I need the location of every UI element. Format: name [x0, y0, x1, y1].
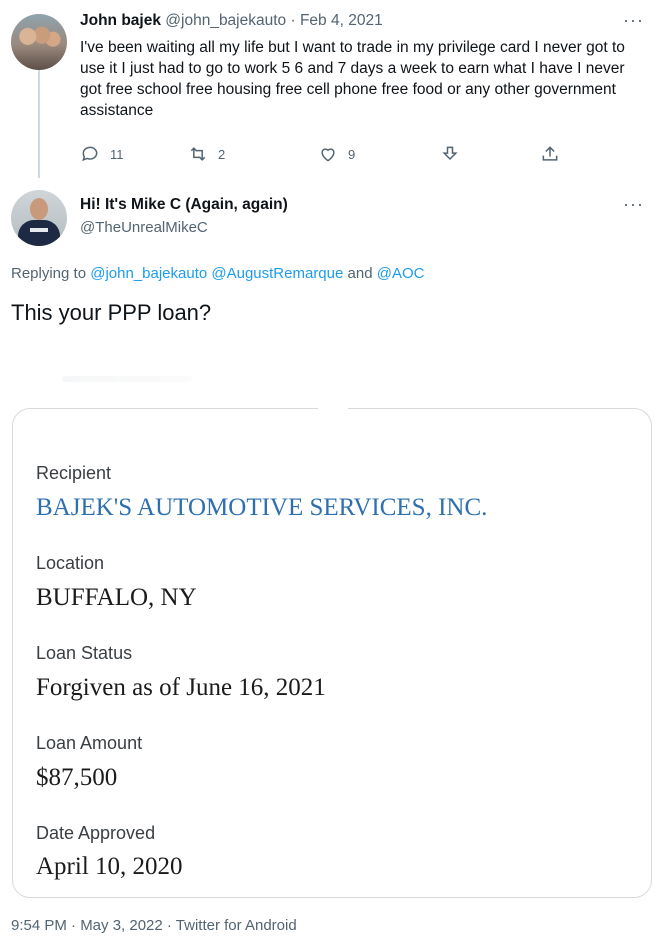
- tweet-header: John bajek @john_bajekauto · Feb 4, 2021: [80, 12, 383, 30]
- replying-to: Replying to @john_bajekauto @AugustRemar…: [11, 265, 424, 282]
- loan-status-value: Forgiven as of June 16, 2021: [36, 674, 326, 701]
- location-value: BUFFALO, NY: [36, 584, 197, 611]
- reply-count: 11: [110, 146, 124, 162]
- mention-link[interactable]: @john_bajekauto: [90, 265, 207, 282]
- retweet-icon: [190, 147, 206, 161]
- original-tweet[interactable]: John bajek @john_bajekauto · Feb 4, 2021…: [0, 0, 666, 180]
- author-handle[interactable]: @TheUnrealMikeC: [80, 219, 208, 236]
- date-approved-value: April 10, 2020: [36, 853, 183, 880]
- replying-prefix: Replying to: [11, 265, 91, 282]
- faded-artifact: [62, 376, 192, 382]
- loan-amount-value: $87,500: [36, 764, 118, 791]
- tweet-date[interactable]: Feb 4, 2021: [300, 12, 383, 29]
- share-button[interactable]: [440, 144, 460, 164]
- retweet-button[interactable]: 2: [188, 144, 225, 164]
- loan-card[interactable]: Recipient BAJEK'S AUTOMOTIVE SERVICES, I…: [12, 408, 652, 898]
- avatar[interactable]: [11, 14, 67, 70]
- avatar[interactable]: [11, 190, 67, 246]
- tweet-timestamp[interactable]: 9:54 PM · May 3, 2022 · Twitter for Andr…: [11, 917, 297, 934]
- reply-icon: [82, 146, 98, 162]
- loan-status-label: Loan Status: [36, 643, 133, 663]
- upload-icon: [542, 146, 558, 161]
- thread-connector: [38, 70, 40, 178]
- replying-and: and: [343, 265, 377, 282]
- avatar-head: [30, 198, 48, 220]
- mention-link[interactable]: @AugustRemarque: [211, 265, 343, 282]
- reply-button[interactable]: 11: [80, 144, 124, 164]
- avatar-shirt: [18, 220, 60, 246]
- author-name[interactable]: John bajek: [80, 12, 161, 29]
- mention-link[interactable]: @AOC: [377, 265, 425, 282]
- author-name[interactable]: Hi! It's Mike C (Again, again): [80, 196, 288, 214]
- like-icon: [321, 148, 335, 162]
- like-count: 9: [348, 146, 356, 162]
- tweet-text: I've been waiting all my life but I want…: [80, 39, 625, 119]
- more-icon[interactable]: ···: [623, 194, 644, 215]
- author-handle[interactable]: @john_bajekauto: [165, 12, 286, 29]
- location-label: Location: [36, 553, 105, 573]
- recipient-label: Recipient: [36, 463, 112, 483]
- card-notch: [318, 400, 348, 416]
- like-button[interactable]: 9: [318, 144, 355, 164]
- reply-text: This your PPP loan?: [11, 300, 212, 325]
- share-icon: [442, 146, 458, 161]
- date-approved-label: Date Approved: [36, 823, 156, 843]
- tweet-actions: 11 2 9: [80, 144, 580, 166]
- more-icon[interactable]: ···: [623, 10, 644, 31]
- loan-amount-label: Loan Amount: [36, 733, 143, 753]
- recipient-value: BAJEK'S AUTOMOTIVE SERVICES, INC.: [36, 494, 488, 521]
- upload-button[interactable]: [540, 144, 560, 164]
- retweet-count: 2: [218, 146, 226, 162]
- separator: ·: [286, 12, 300, 29]
- avatar-shirt-logo: [30, 228, 48, 232]
